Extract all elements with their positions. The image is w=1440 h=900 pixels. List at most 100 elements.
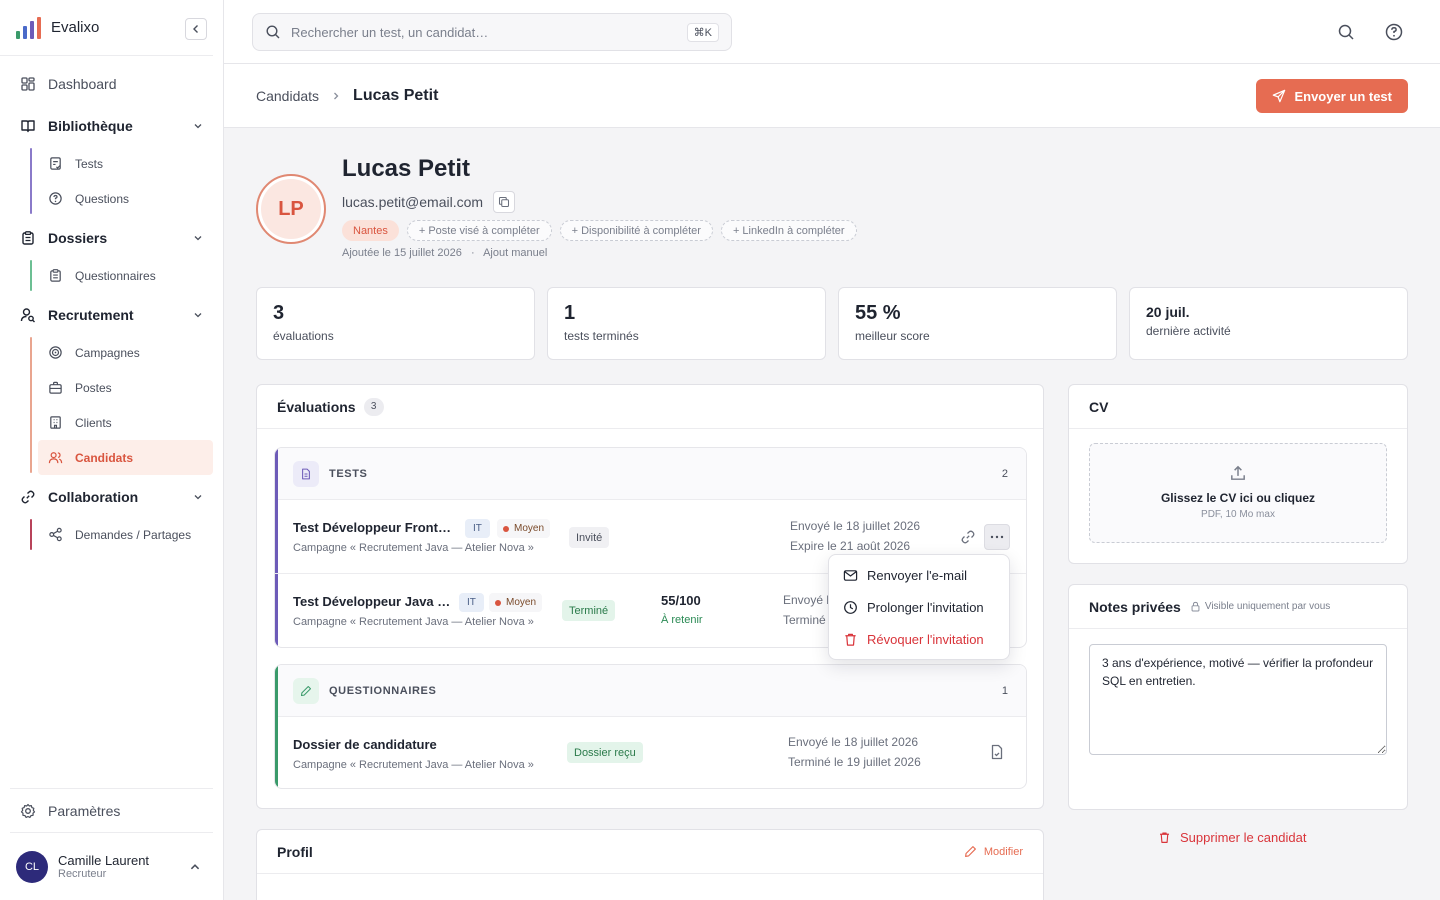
candidate-email-row: lucas.petit@email.com — [342, 191, 516, 213]
test-title[interactable]: Test Développeur Java … — [293, 594, 450, 609]
link-icon — [21, 490, 35, 504]
user-menu[interactable]: CL Camille Laurent Recruteur — [10, 832, 213, 900]
tests-group-count: 2 — [1001, 467, 1008, 480]
sidebar-item-clients[interactable]: Clients — [38, 405, 213, 440]
link-icon — [961, 530, 975, 544]
test-campaign: Campagne « Recrutement Java — Atelier No… — [293, 542, 534, 554]
chevron-down-icon — [194, 124, 202, 129]
questionnaires-group-label: QUESTIONNAIRES — [329, 684, 437, 697]
breadcrumb-parent[interactable]: Candidats — [256, 88, 319, 104]
notes-textarea[interactable]: 3 ans d'expérience, motivé — vérifier la… — [1089, 644, 1387, 755]
nav-settings[interactable]: Paramètres — [10, 788, 213, 832]
nav-section-label: Collaboration — [48, 489, 139, 505]
candidate-avatar: LP — [256, 174, 326, 244]
help-icon[interactable] — [1384, 22, 1404, 42]
nav-section-collaboration[interactable]: Collaboration — [10, 477, 213, 517]
tag-add-linkedin[interactable]: + LinkedIn à compléter — [720, 220, 857, 241]
sent-date: Envoyé le 18 juillet 2026 — [788, 735, 919, 749]
test-campaign: Campagne « Recrutement Java — Atelier No… — [293, 616, 534, 628]
menu-item-resend-email[interactable]: Renvoyer l'e-mail — [829, 559, 1009, 591]
notes-card: Notes privées Visible uniquement par vou… — [1068, 584, 1408, 810]
nav-section-dossiers[interactable]: Dossiers — [10, 218, 213, 258]
test-icon — [50, 157, 61, 170]
menu-item-label: Renvoyer l'e-mail — [867, 567, 968, 583]
page-header: Candidats Lucas Petit Envoyer un test — [224, 64, 1440, 128]
trash-icon — [1160, 832, 1169, 843]
nav-dashboard[interactable]: Dashboard — [10, 64, 213, 104]
avatar: CL — [16, 850, 48, 883]
stat-label: évaluations — [273, 329, 334, 343]
stat-label: tests terminés — [564, 329, 639, 343]
trash-icon — [845, 633, 856, 646]
notes-header: Notes privées Visible uniquement par vou… — [1069, 585, 1407, 629]
nav-section-bibliotheque[interactable]: Bibliothèque — [10, 106, 213, 146]
chevron-left-icon — [193, 25, 198, 33]
stat-value: 20 juil. — [1146, 304, 1190, 320]
tests-group-header[interactable]: TESTS 2 — [275, 448, 1026, 500]
target-icon — [49, 346, 62, 359]
sidebar-item-candidats[interactable]: Candidats — [38, 440, 213, 475]
level-badge: Moyen — [497, 519, 551, 538]
edit-profile-label: Modifier — [983, 845, 1023, 858]
more-actions-button[interactable] — [984, 524, 1010, 550]
test-title[interactable]: Test Développeur Front… — [293, 520, 451, 535]
search-icon[interactable] — [1336, 22, 1356, 42]
collapse-sidebar-button[interactable] — [185, 18, 207, 40]
sidebar-item-demandes-partages[interactable]: Demandes / Partages — [38, 517, 213, 552]
tag-city: Nantes — [342, 220, 399, 241]
app-name: Evalixo — [51, 19, 100, 36]
questionnaire-row[interactable]: Dossier de candidature Campagne « Recrut… — [275, 717, 1026, 788]
briefcase-icon — [49, 381, 62, 394]
nav-section-label: Bibliothèque — [48, 118, 133, 134]
tag-add-position[interactable]: + Poste visé à compléter — [406, 220, 552, 241]
search-input[interactable] — [291, 24, 677, 40]
pencil-icon — [964, 846, 976, 857]
sidebar-item-tests[interactable]: Tests — [38, 146, 213, 181]
candidate-added-date: Ajoutée le 15 juillet 2026 — [342, 247, 462, 259]
brand[interactable]: Evalixo — [0, 0, 213, 56]
meta-separator: · — [470, 247, 475, 259]
sidebar-item-questionnaires[interactable]: Questionnaires — [38, 258, 213, 293]
test-dates: Envoyé le 18 juillet 2026 Expire le 21 a… — [790, 516, 920, 556]
upload-icon — [1231, 465, 1245, 480]
file-icon — [991, 744, 1003, 760]
candidate-name: Lucas Petit — [342, 155, 471, 182]
sent-date: Envoyé le 18 juillet 2026 — [790, 519, 921, 533]
profile-title: Profil — [277, 843, 313, 860]
pencil-icon — [293, 677, 319, 704]
copy-email-button[interactable] — [493, 191, 516, 213]
evaluations-title: Évaluations — [277, 398, 356, 415]
gear-icon — [20, 803, 36, 818]
level-label: Moyen — [514, 523, 545, 534]
view-document-button[interactable] — [984, 739, 1010, 765]
questionnaire-title[interactable]: Dossier de candidature — [293, 737, 437, 752]
notes-visibility: Visible uniquement par vous — [1204, 601, 1331, 612]
question-circle-icon — [49, 192, 62, 205]
sidebar-item-questions[interactable]: Questions — [38, 181, 213, 216]
topbar: ⌘K — [224, 0, 1440, 64]
evaluations-header: Évaluations 3 — [257, 385, 1043, 429]
status-badge: Invité — [569, 527, 610, 548]
sidebar-item-campagnes[interactable]: Campagnes — [38, 335, 213, 370]
menu-item-revoke-invitation[interactable]: Révoquer l'invitation — [829, 623, 1009, 655]
nav-section-recrutement[interactable]: Recrutement — [10, 295, 213, 335]
send-test-button[interactable]: Envoyer un test — [1256, 79, 1408, 113]
document-icon — [293, 460, 319, 487]
cv-dropzone[interactable]: Glissez le CV ici ou cliquez PDF, 10 Mo … — [1089, 443, 1387, 543]
tag-add-availability[interactable]: + Disponibilité à compléter — [559, 220, 713, 241]
search-bar[interactable]: ⌘K — [252, 13, 732, 51]
row-actions-menu: Renvoyer l'e-mail Prolonger l'invitation… — [828, 554, 1010, 660]
questionnaires-group-header[interactable]: QUESTIONNAIRES 1 — [275, 665, 1026, 717]
stat-tests-done: 1 tests terminés — [547, 287, 826, 360]
menu-item-extend-invitation[interactable]: Prolonger l'invitation — [829, 591, 1009, 623]
edit-profile-button[interactable]: Modifier — [964, 845, 1023, 858]
stat-label: dernière activité — [1146, 324, 1231, 338]
menu-item-label: Révoquer l'invitation — [867, 631, 984, 647]
copy-link-button[interactable] — [955, 524, 981, 550]
nav-dashboard-label: Dashboard — [48, 76, 117, 92]
stat-label: meilleur score — [855, 329, 930, 343]
sidebar-item-postes[interactable]: Postes — [38, 370, 213, 405]
delete-candidate-button[interactable]: Supprimer le candidat — [1158, 830, 1306, 845]
stat-evaluations: 3 évaluations — [256, 287, 535, 360]
logo-icon — [16, 16, 41, 39]
